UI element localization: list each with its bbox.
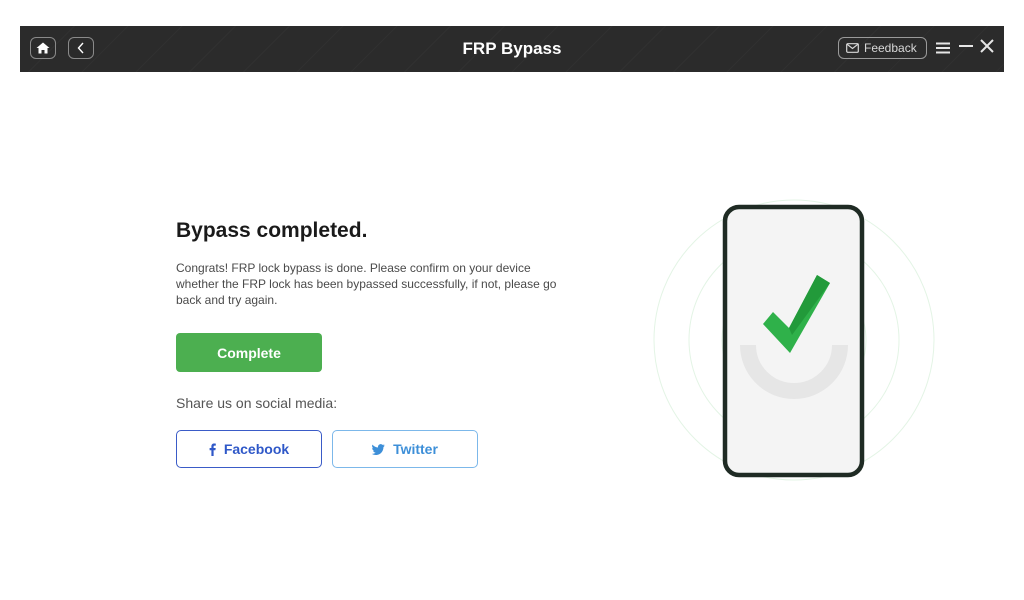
home-button[interactable] [30, 37, 56, 59]
twitter-icon [372, 443, 385, 455]
menu-icon[interactable] [935, 40, 951, 56]
feedback-label: Feedback [864, 41, 917, 55]
mail-icon [846, 43, 859, 53]
home-icon [36, 42, 50, 54]
twitter-label: Twitter [393, 441, 438, 457]
result-heading: Bypass completed. [176, 219, 368, 242]
back-button[interactable] [68, 37, 94, 59]
close-icon[interactable] [979, 38, 995, 54]
complete-label: Complete [217, 344, 281, 361]
facebook-label: Facebook [223, 441, 290, 457]
share-label: Share us on social media: [176, 395, 338, 411]
facebook-icon [209, 443, 216, 456]
result-description: Congrats! FRP lock bypass is done. Pleas… [176, 261, 557, 307]
facebook-button[interactable]: Facebook [176, 430, 322, 468]
feedback-button[interactable]: Feedback [838, 37, 927, 59]
phone-illustration [653, 199, 935, 481]
twitter-button[interactable]: Twitter [332, 430, 478, 468]
complete-button[interactable]: Complete [176, 333, 322, 372]
title-bar: FRP Bypass Feedback [20, 26, 1004, 72]
minimize-icon[interactable] [958, 40, 974, 56]
back-icon [77, 42, 84, 54]
